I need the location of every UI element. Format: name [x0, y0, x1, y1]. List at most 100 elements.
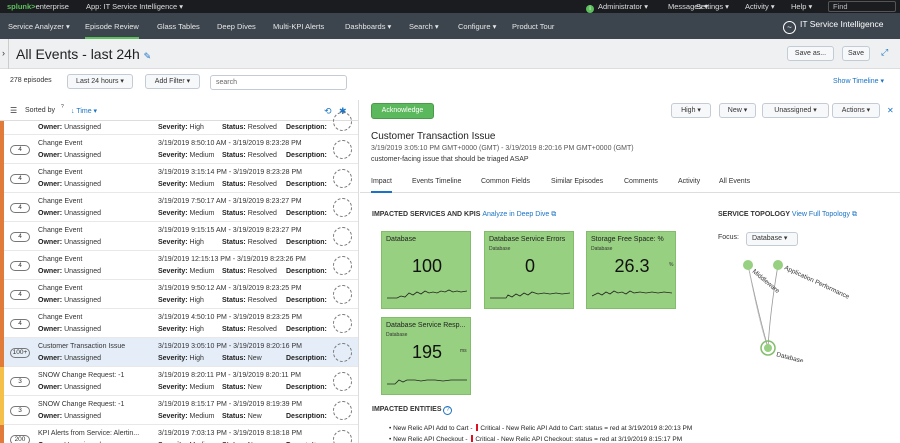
- topology-node[interactable]: [773, 260, 783, 270]
- episode-description: customer-facing issue that should be tri…: [371, 156, 529, 163]
- episode-select-circle[interactable]: [333, 285, 352, 304]
- save-button[interactable]: Save: [842, 46, 870, 61]
- severity-label: Severity:: [158, 413, 188, 420]
- status-label: Status:: [222, 413, 246, 420]
- tab-comments[interactable]: Comments: [624, 178, 658, 185]
- time-range-picker[interactable]: Last 24 hours ▾: [67, 74, 133, 89]
- description-label: Description:: [286, 239, 327, 246]
- severity-label: Severity:: [158, 181, 188, 188]
- episode-row[interactable]: 3 SNOW Change Request: -1 3/19/2019 8:20:1…: [0, 367, 358, 396]
- episode-select-circle[interactable]: [333, 198, 352, 217]
- admin-menu[interactable]: i Administrator ▾: [586, 2, 648, 13]
- search-input[interactable]: search: [210, 75, 347, 90]
- episode-row[interactable]: 200 KPI Alerts from Service: Alertin... 3/…: [0, 425, 358, 443]
- status-value: Resolved: [247, 268, 277, 275]
- kpi-tile[interactable]: Database Service Errors Database 0: [484, 231, 574, 309]
- episode-count: 278 episodes: [10, 77, 52, 84]
- episode-row[interactable]: 4 Change Event 3/19/2019 7:50:17 AM - 3/19…: [0, 193, 358, 222]
- show-timeline-link[interactable]: Show Timeline ▾: [833, 77, 884, 85]
- episode-row[interactable]: 100+ Customer Transaction Issue 3/19/2019 …: [0, 338, 358, 367]
- kpi-tile[interactable]: Database 100: [381, 231, 471, 309]
- kpi-tile[interactable]: Database Service Resp... Database 195 ms: [381, 317, 471, 395]
- episode-select-circle[interactable]: [333, 227, 352, 246]
- status-dropdown[interactable]: New ▾: [719, 103, 756, 118]
- episode-description: Description:: [286, 124, 328, 131]
- nav-configure[interactable]: Configure ▾: [458, 22, 496, 31]
- chevron-right-icon[interactable]: ›: [0, 39, 9, 69]
- severity-label: Severity:: [158, 297, 188, 304]
- owner-dropdown[interactable]: Unassigned ▾: [762, 103, 829, 118]
- nav-search[interactable]: Search ▾: [409, 22, 439, 31]
- nav-deep-dives[interactable]: Deep Dives: [217, 22, 256, 31]
- episode-select-circle[interactable]: [333, 112, 352, 131]
- episode-row[interactable]: 4 Change Event 3/19/2019 9:15:15 AM - 3/19…: [0, 222, 358, 251]
- episode-description: Description: SNOW Change...: [286, 384, 328, 391]
- nav-glass-tables[interactable]: Glass Tables: [157, 22, 200, 31]
- topology-node[interactable]: [764, 344, 772, 352]
- episode-row[interactable]: 4 Change Event 3/19/2019 8:50:10 AM - 3/19…: [0, 135, 358, 164]
- acknowledge-button[interactable]: Acknowledge: [371, 103, 434, 119]
- episode-owner: Owner: Unassigned: [38, 355, 101, 362]
- tab-impact[interactable]: Impact: [371, 178, 393, 193]
- episode-select-circle[interactable]: [333, 372, 352, 391]
- actions-dropdown[interactable]: Actions ▾: [832, 103, 880, 118]
- expand-icon[interactable]: ⤢: [881, 47, 888, 58]
- tab-similar-episodes[interactable]: Similar Episodes: [551, 178, 603, 185]
- episode-row[interactable]: 3 SNOW Change Request: -1 3/19/2019 8:15:1…: [0, 396, 358, 425]
- episode-owner: Owner: Unassigned: [38, 326, 101, 333]
- edit-icon[interactable]: ✎: [144, 51, 152, 61]
- status-value: Resolved: [247, 297, 277, 304]
- episode-select-circle[interactable]: [333, 169, 352, 188]
- close-icon[interactable]: ✕: [887, 106, 894, 115]
- episode-select-circle[interactable]: [333, 140, 352, 159]
- settings-menu[interactable]: Settings ▾: [696, 2, 729, 11]
- episode-row[interactable]: 4 Change Event 3/19/2019 3:15:14 PM - 3/19…: [0, 164, 358, 193]
- severity-value: High: [189, 326, 204, 333]
- save-as-button[interactable]: Save as...: [787, 46, 834, 61]
- episode-select-circle[interactable]: [333, 314, 352, 333]
- nav-dashboards[interactable]: Dashboards ▾: [345, 22, 391, 31]
- nav-multi-kpi-alerts[interactable]: Multi-KPI Alerts: [273, 22, 324, 31]
- episode-row[interactable]: 4 Change Event 3/19/2019 9:50:12 AM - 3/19…: [0, 280, 358, 309]
- topology-node[interactable]: [743, 260, 753, 270]
- focus-dropdown[interactable]: Database ▾: [746, 232, 798, 246]
- info-icon[interactable]: ?: [443, 406, 453, 415]
- sort-field-dropdown[interactable]: ↓ Time ▾: [71, 107, 97, 115]
- episode-severity: Severity: Medium: [158, 268, 214, 275]
- nav-service-analyzer[interactable]: Service Analyzer ▾: [8, 22, 70, 31]
- episode-select-circle[interactable]: [333, 343, 352, 362]
- nav-product-tour[interactable]: Product Tour: [512, 22, 554, 31]
- topology-graph[interactable]: Middleware Application Performance Datab…: [730, 252, 890, 362]
- status-value: Resolved: [247, 210, 277, 217]
- kpi-tile[interactable]: Storage Free Space: % Database 26.3 %: [586, 231, 676, 309]
- tab-all-events[interactable]: All Events: [719, 178, 750, 185]
- refresh-icon[interactable]: ⟲: [324, 106, 332, 117]
- severity-dropdown[interactable]: High ▾: [671, 103, 711, 118]
- entity-item: • New Relic API Checkout - Critical - Ne…: [389, 435, 682, 443]
- episode-row[interactable]: 4 Change Event 3/19/2019 12:15:13 PM - 3/1…: [0, 251, 358, 280]
- add-filter-button[interactable]: Add Filter ▾: [145, 74, 200, 89]
- nav-episode-review[interactable]: Episode Review: [85, 22, 139, 39]
- episode-row[interactable]: 4 Change Event 3/19/2019 4:50:10 PM - 3/19…: [0, 309, 358, 338]
- help-menu[interactable]: Help ▾: [791, 2, 812, 11]
- owner-label: Owner:: [38, 413, 63, 420]
- severity-label: Severity:: [158, 124, 188, 131]
- full-topology-link[interactable]: View Full Topology ⧉: [792, 211, 857, 218]
- analyze-deep-dive-link[interactable]: Analyze in Deep Dive ⧉: [482, 211, 556, 218]
- tab-activity[interactable]: Activity: [678, 178, 700, 185]
- splunk-logo[interactable]: splunk>enterprise: [7, 2, 69, 11]
- help-icon[interactable]: ?: [61, 104, 64, 110]
- episode-select-circle[interactable]: [333, 256, 352, 275]
- episode-status: Status: Resolved: [222, 181, 277, 188]
- description-label: Description:: [286, 124, 327, 131]
- severity-bar: [0, 222, 4, 251]
- tab-common-fields[interactable]: Common Fields: [481, 178, 530, 185]
- find-input[interactable]: Find: [828, 1, 896, 12]
- episode-select-circle[interactable]: [333, 401, 352, 420]
- tab-events-timeline[interactable]: Events Timeline: [412, 178, 461, 185]
- episode-description: Description:: [286, 210, 328, 217]
- episode-select-circle[interactable]: [333, 430, 352, 443]
- app-menu[interactable]: App: IT Service Intelligence ▾: [86, 2, 183, 11]
- episode-row[interactable]: Owner: Unassigned Severity: High Status: R…: [0, 112, 358, 135]
- activity-menu[interactable]: Activity ▾: [745, 2, 775, 11]
